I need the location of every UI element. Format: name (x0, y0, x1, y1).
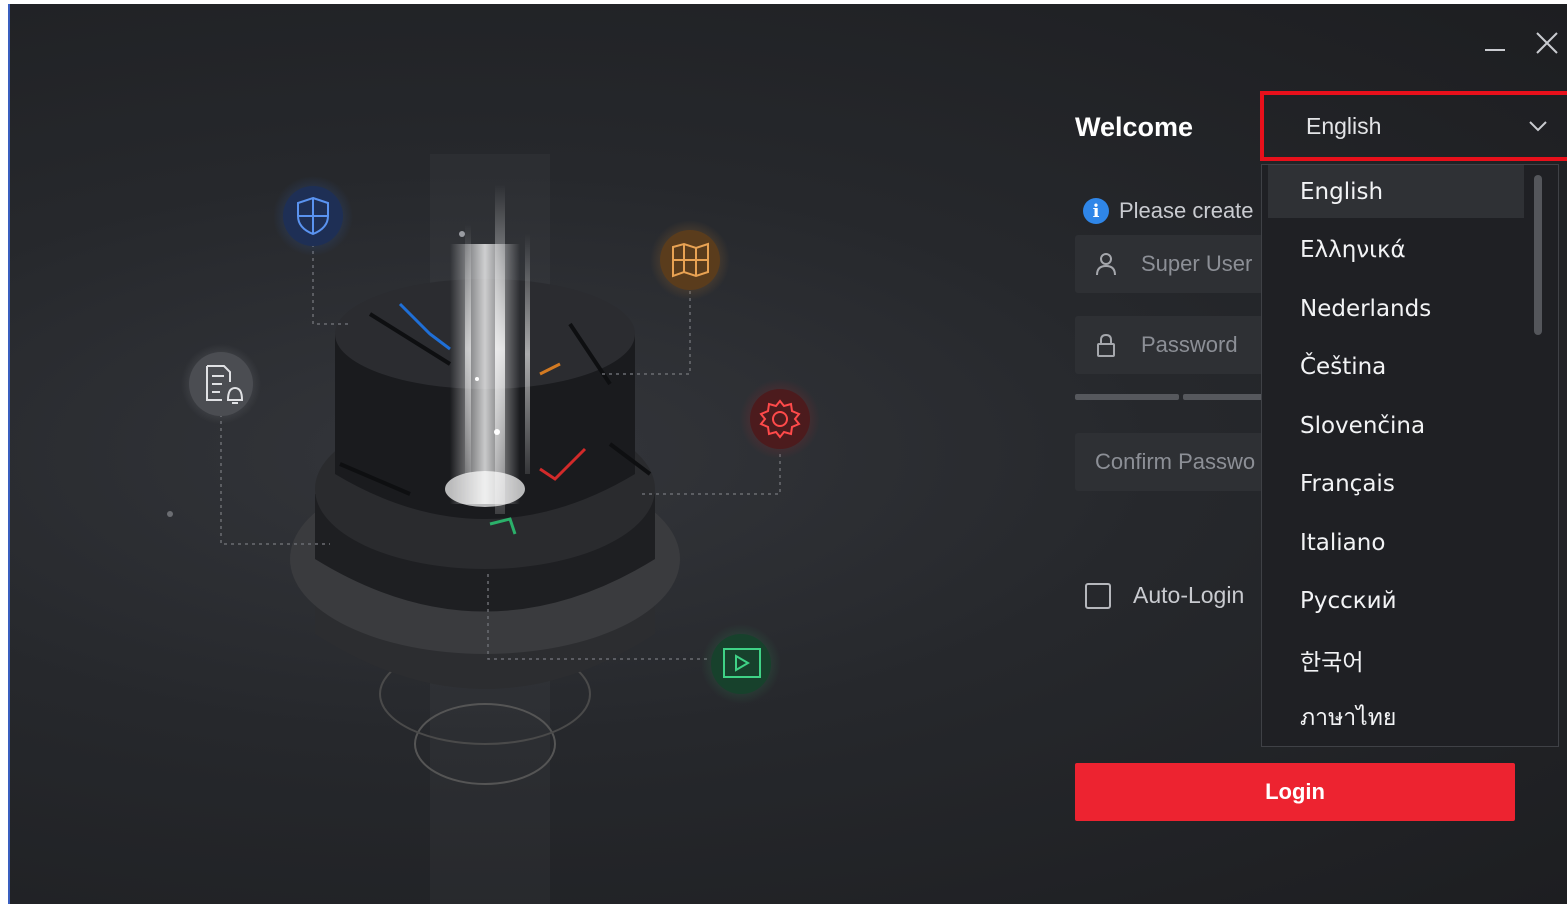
password-strength-bar-1 (1075, 394, 1179, 400)
language-option-czech[interactable]: Čeština (1268, 340, 1524, 393)
language-option-slovak[interactable]: Slovenčina (1268, 399, 1524, 452)
confirm-password-input[interactable] (1095, 449, 1255, 475)
language-dropdown: English Ελληνικά Nederlands Čeština Slov… (1261, 164, 1559, 747)
user-icon (1096, 253, 1116, 276)
language-option-greek[interactable]: Ελληνικά (1268, 223, 1524, 276)
language-option-russian[interactable]: Русский (1268, 574, 1524, 627)
language-select[interactable]: English (1260, 91, 1567, 161)
close-button[interactable] (1532, 28, 1562, 58)
map-icon (650, 220, 730, 300)
auto-login-label: Auto-Login (1133, 582, 1245, 608)
lock-icon (1097, 333, 1115, 357)
username-field[interactable] (1075, 235, 1275, 293)
language-option-italian[interactable]: Italiano (1268, 516, 1524, 569)
password-field[interactable] (1075, 316, 1275, 374)
minimize-icon (1485, 49, 1505, 51)
info-icon: i (1083, 198, 1109, 224)
confirm-password-field[interactable] (1075, 433, 1275, 491)
info-notice: i Please create (1083, 194, 1273, 228)
login-button[interactable]: Login (1075, 763, 1515, 821)
illustration (167, 176, 820, 785)
auto-login-checkbox[interactable] (1085, 582, 1111, 609)
chevron-down-icon (1529, 121, 1547, 132)
language-option-english[interactable]: English (1268, 165, 1524, 218)
close-icon (1536, 32, 1558, 54)
password-input[interactable] (1141, 332, 1275, 358)
video-icon (701, 624, 781, 704)
language-option-french[interactable]: Français (1268, 457, 1524, 510)
auto-login-option[interactable]: Auto-Login (1085, 582, 1244, 609)
minimize-button[interactable] (1480, 28, 1510, 58)
username-input[interactable] (1141, 251, 1275, 277)
welcome-title: Welcome (1075, 112, 1194, 142)
language-option-thai[interactable]: ภาษาไทย (1268, 691, 1524, 744)
document-bell-icon (181, 344, 261, 424)
password-strength-bar-2 (1183, 394, 1273, 400)
info-notice-text: Please create (1119, 198, 1254, 223)
language-selected-value: English (1306, 112, 1382, 139)
language-option-korean[interactable]: 한국어 (1268, 633, 1524, 686)
language-option-dutch[interactable]: Nederlands (1268, 282, 1524, 335)
shield-icon (273, 176, 353, 256)
gear-icon (740, 379, 820, 459)
dropdown-scrollbar[interactable] (1534, 175, 1542, 335)
login-window: Welcome i Please create Auto-Login Login… (10, 4, 1567, 904)
